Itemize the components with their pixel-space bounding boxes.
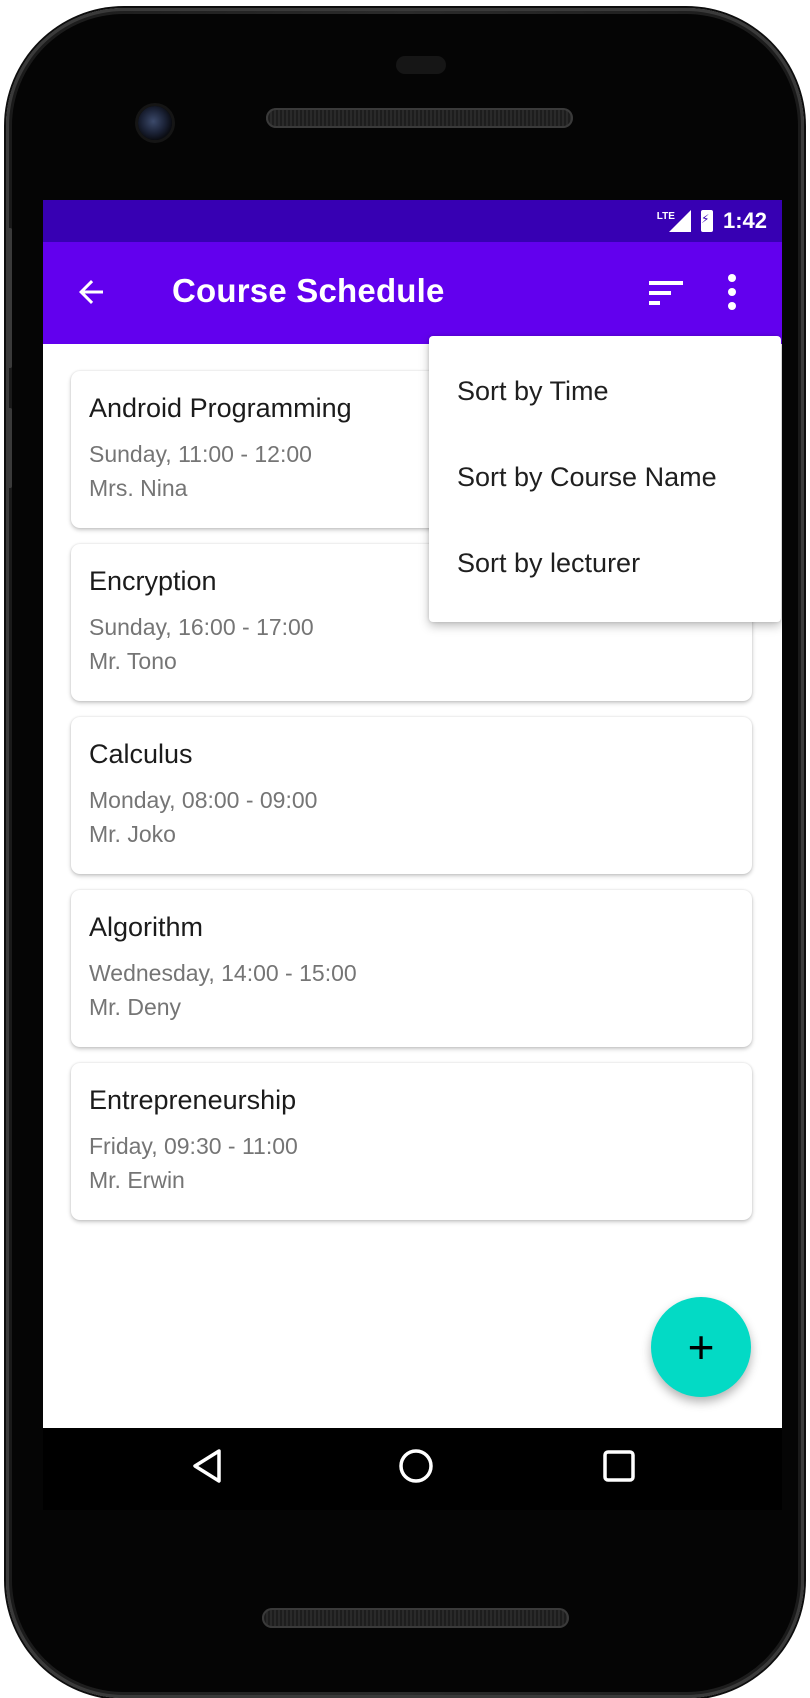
course-time: Friday, 09:30 - 11:00	[89, 1133, 298, 1159]
menu-item-sort-lecturer[interactable]: Sort by lecturer	[457, 548, 640, 579]
more-vert-icon[interactable]	[725, 272, 739, 312]
course-name: Encryption	[89, 566, 217, 596]
nav-home-icon[interactable]	[396, 1446, 436, 1486]
signal-icon: LTE	[657, 210, 691, 232]
menu-item-sort-time[interactable]: Sort by Time	[457, 376, 609, 407]
course-time: Sunday, 11:00 - 12:00	[89, 441, 312, 467]
page-title: Course Schedule	[172, 272, 445, 309]
power-button	[6, 408, 12, 488]
course-time: Monday, 08:00 - 09:00	[89, 787, 318, 813]
course-name: Calculus	[89, 739, 193, 769]
course-name: Entrepreneurship	[89, 1085, 297, 1115]
app-bar: Course Schedule	[43, 242, 782, 344]
top-speaker	[266, 108, 573, 128]
course-card[interactable]: Algorithm Wednesday, 14:00 - 15:00 Mr. D…	[71, 890, 752, 1047]
arrow-left-icon[interactable]	[73, 274, 109, 310]
course-time: Sunday, 16:00 - 17:00	[89, 614, 314, 640]
proximity-sensor	[396, 56, 446, 74]
course-lecturer: Mrs. Nina	[89, 475, 188, 501]
course-name: Android Programming	[89, 393, 352, 423]
bottom-speaker	[262, 1608, 569, 1628]
course-lecturer: Mr. Deny	[89, 994, 182, 1020]
plus-icon: +	[687, 1321, 715, 1373]
course-lecturer: Mr. Tono	[89, 648, 177, 674]
battery-icon	[700, 210, 713, 232]
course-time: Wednesday, 14:00 - 15:00	[89, 960, 357, 986]
sort-icon[interactable]	[649, 278, 683, 308]
nav-back-icon[interactable]	[187, 1446, 227, 1486]
volume-button	[6, 228, 12, 368]
screen: LTE 1:42 Course Schedule Android Program…	[43, 200, 782, 1428]
nav-recents-icon[interactable]	[601, 1448, 637, 1484]
course-card[interactable]: Calculus Monday, 08:00 - 09:00 Mr. Joko	[71, 717, 752, 874]
system-nav-bar	[43, 1428, 782, 1510]
sort-menu: Sort by Time Sort by Course Name Sort by…	[429, 336, 781, 622]
course-name: Algorithm	[89, 912, 204, 942]
course-lecturer: Mr. Erwin	[89, 1167, 185, 1193]
front-camera	[138, 106, 172, 140]
status-time: 1:42	[722, 208, 767, 233]
add-course-button[interactable]: +	[651, 1297, 751, 1397]
menu-item-sort-course-name[interactable]: Sort by Course Name	[457, 462, 717, 493]
status-bar: LTE 1:42	[43, 200, 782, 242]
course-card[interactable]: Entrepreneurship Friday, 09:30 - 11:00 M…	[71, 1063, 752, 1220]
course-lecturer: Mr. Joko	[89, 821, 176, 847]
